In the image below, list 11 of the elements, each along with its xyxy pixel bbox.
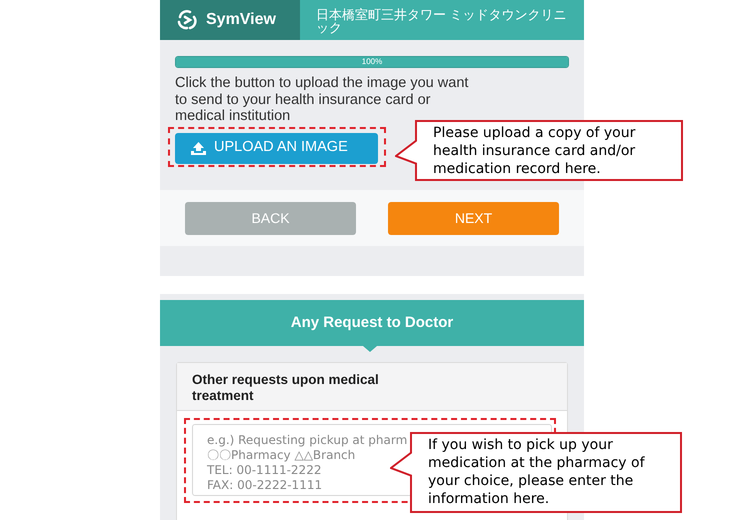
swirl-logo-icon: [176, 9, 198, 31]
upload-button[interactable]: UPLOAD AN IMAGE: [175, 132, 378, 164]
clinic-name: 日本橋室町三井タワー ミッドタウンクリニック: [315, 6, 568, 37]
upload-icon: [191, 142, 206, 154]
nav-button[interactable]: BACK: [185, 202, 356, 234]
nav-button[interactable]: NEXT: [388, 202, 559, 234]
logo-text: SymView: [206, 10, 276, 30]
upload-hint-tooltip: Please upload a copy of your health insurance card and/or medication record here.: [395, 120, 683, 181]
section-header: Any Request to Doctor: [160, 300, 584, 346]
progress-label: 100%: [360, 57, 384, 67]
card-heading: Other requests upon medical treatment: [177, 363, 567, 411]
